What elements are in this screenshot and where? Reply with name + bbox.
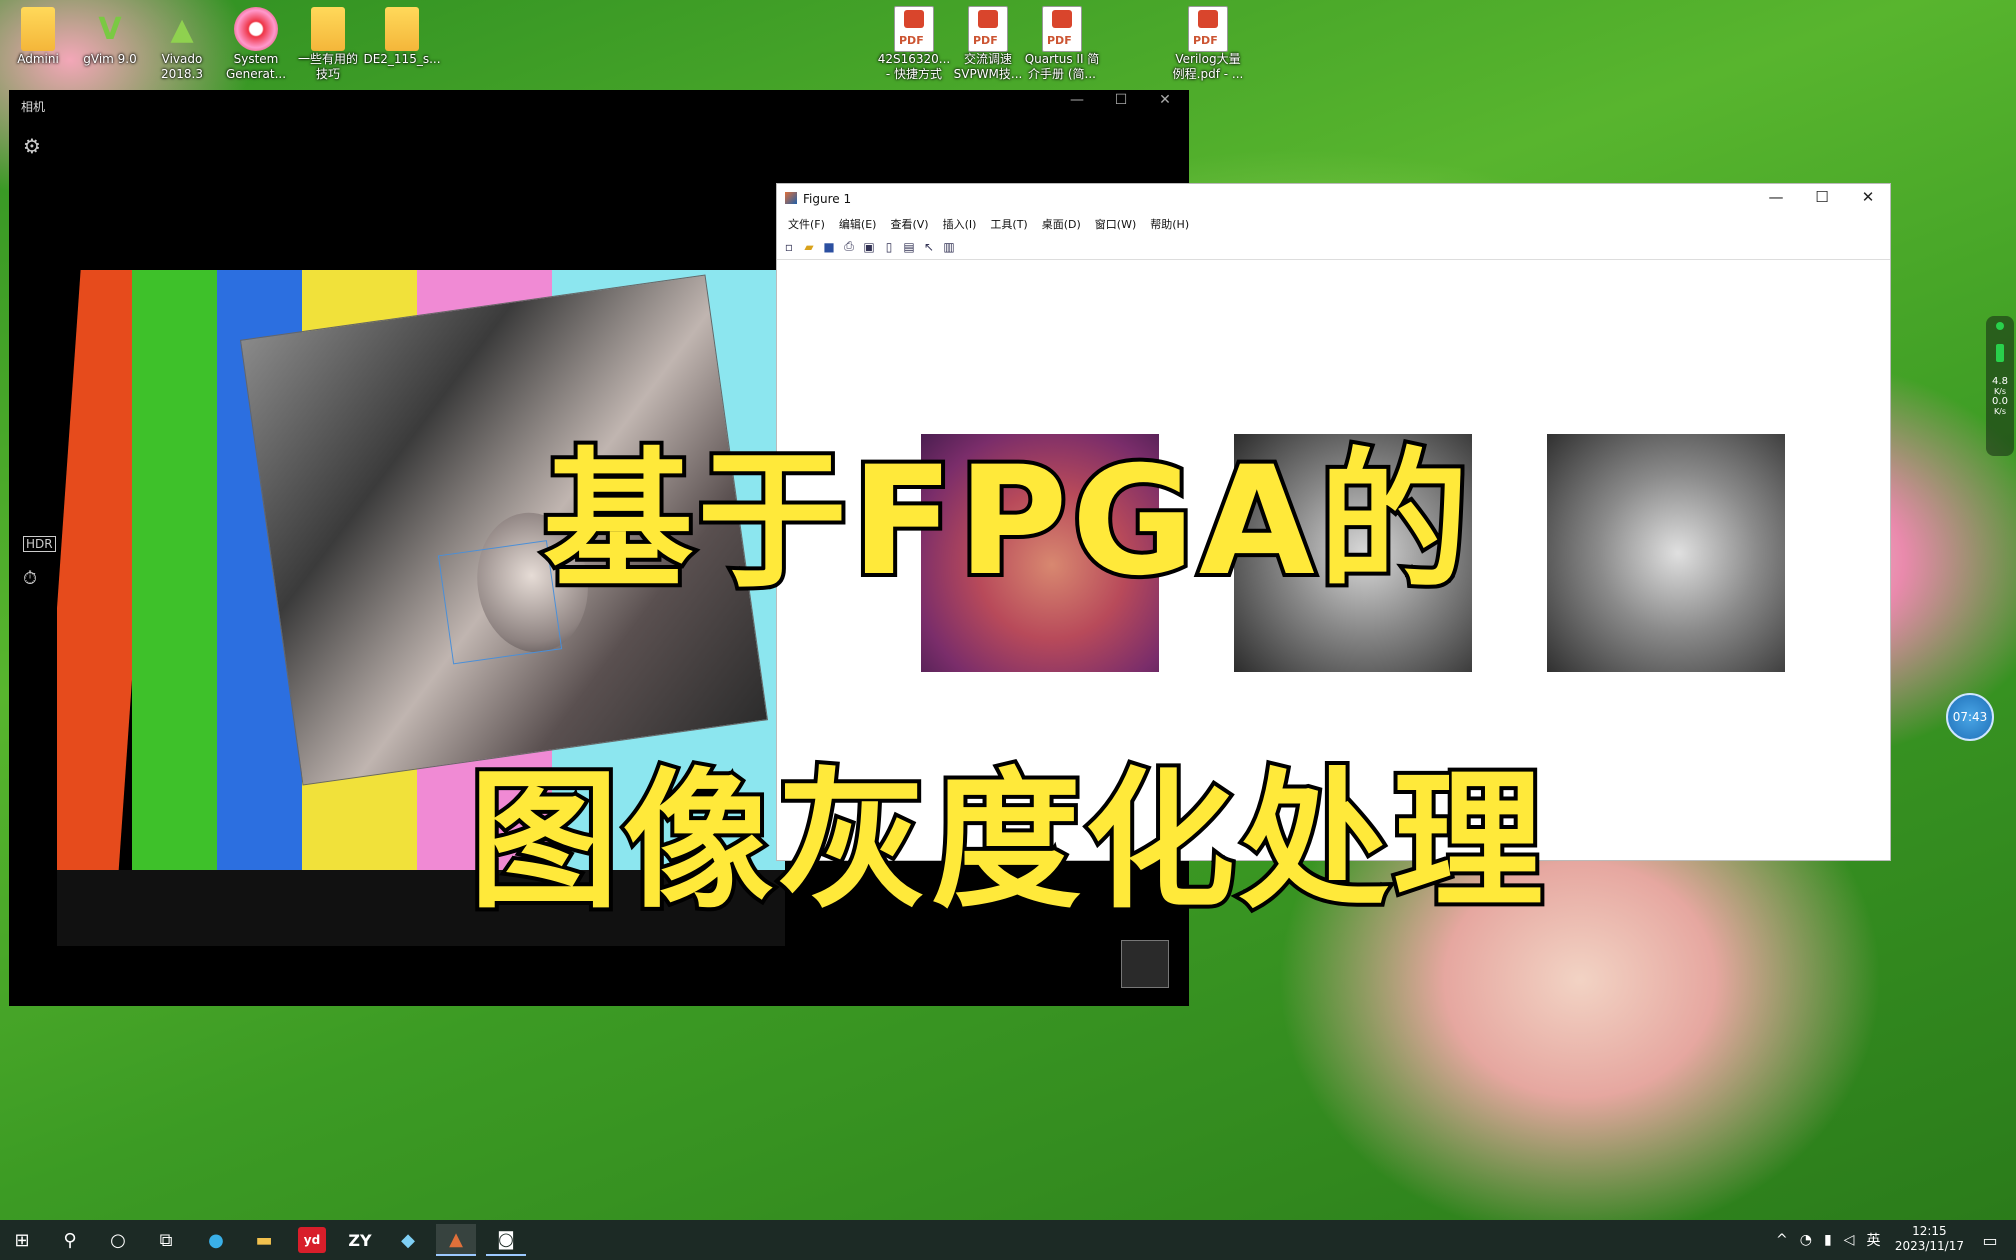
menu-file[interactable]: 文件(F) [781,214,832,234]
net-down-unit: K/s [1993,407,2007,416]
clock-date: 2023/11/17 [1894,1239,1964,1253]
figure-title: Figure 1 [803,192,852,206]
edge-icon[interactable]: ● [196,1224,236,1256]
desktop-icon-label: Verilog大量 例程.pdf - ... [1172,52,1244,81]
timer-badge[interactable]: 07:43 [1946,693,1994,741]
desktop-icons: Admini V gVim 9.0 ▲ Vivado 2018.3 System… [0,6,2016,90]
file-explorer-icon[interactable]: ▬ [244,1224,284,1256]
pdf-icon [1042,6,1082,52]
microphone-icon[interactable]: ▮ [1824,1232,1832,1248]
desktop-icon-label: 交流调速 SVPWM技... [953,52,1023,81]
desktop-icon-pdf-4[interactable]: Verilog大量 例程.pdf - ... [1170,6,1246,82]
desktop-icon-admin[interactable]: Admini [0,6,76,67]
search-icon[interactable]: ⚲ [50,1224,90,1256]
menu-tools[interactable]: 工具(T) [983,214,1034,234]
close-button[interactable]: ✕ [1145,92,1185,108]
ime-indicator[interactable]: 英 [1866,1230,1880,1250]
chevron-up-icon[interactable]: ^ [1776,1232,1788,1248]
taskbar: ⊞ ⚲ ○ ⧉ ● ▬ yd ZY ◆ ▲ ◙ ^ ◔ ▮ ◁ 英 12:15 … [0,1220,2016,1260]
document-icon [305,6,351,52]
camera-window-title: 相机 [21,100,46,114]
new-figure-icon[interactable]: ▫ [781,239,797,255]
desktop-icon-label: System Generat... [225,52,287,81]
settings-icon[interactable]: ⚙ [23,134,41,158]
desktop-icon-label: DE2_115_s... [363,52,441,66]
system-generator-icon [233,6,279,52]
network-icon[interactable]: ◔ [1800,1232,1812,1248]
desktop-icon-tips[interactable]: 一些有用的 技巧 [290,6,366,82]
desktop-icon-pdf-1[interactable]: 42S16320... - 快捷方式 [876,6,952,82]
notification-icon[interactable]: ▭ [1970,1224,2010,1256]
menu-desktop[interactable]: 桌面(D) [1035,214,1088,234]
menu-edit[interactable]: 编辑(E) [832,214,884,234]
matlab-icon [785,192,797,204]
network-monitor: 4.8 K/s 0.0 K/s [1986,316,2014,456]
net-down-value: 0.0 [1992,396,2008,407]
desktop-icon-label: Vivado 2018.3 [161,52,203,81]
battery-icon [1996,344,2004,362]
open-file-icon[interactable]: ▰ [801,239,817,255]
pointer-icon[interactable]: ↖ [921,239,937,255]
desktop-icon-label: Admini [17,52,59,66]
close-button[interactable]: ✕ [1845,188,1891,206]
figure-menubar: 文件(F) 编辑(E) 查看(V) 插入(I) 工具(T) 桌面(D) 窗口(W… [777,214,1890,234]
youdao-icon[interactable]: yd [292,1224,332,1256]
gvim-icon: V [98,11,122,47]
menu-help[interactable]: 帮助(H) [1143,214,1196,234]
desktop-icon-label: 一些有用的 技巧 [297,52,358,81]
desktop-icon-gvim[interactable]: V gVim 9.0 [72,6,148,67]
legend-icon[interactable]: ▤ [901,239,917,255]
caption-line-1: 基于FPGA的 [539,431,1473,613]
vivado-icon: ▲ [170,11,194,47]
figure-titlebar: Figure 1 — ☐ ✕ [777,184,1890,214]
camera-icon[interactable]: ◙ [486,1224,526,1256]
menu-view[interactable]: 查看(V) [883,214,935,234]
start-icon[interactable]: ⊞ [2,1224,42,1256]
pdf-icon [968,6,1008,52]
clock[interactable]: 12:15 2023/11/17 [1895,1224,1964,1254]
desktop-icon-system-generator[interactable]: System Generat... [218,6,294,82]
maximize-button[interactable]: ☐ [1101,92,1141,108]
figure-toolbar: ▫ ▰ ■ ⎙ ▣ ▯ ▤ ↖ ▥ [777,234,1890,260]
menu-window[interactable]: 窗口(W) [1088,214,1143,234]
net-up-unit: K/s [1993,387,2007,396]
pdf-icon [894,6,934,52]
shutter-button[interactable] [1121,940,1169,988]
menu-insert[interactable]: 插入(I) [936,214,984,234]
save-icon[interactable]: ■ [821,239,837,255]
net-up-value: 4.8 [1992,376,2008,387]
desktop-icon-label: 42S16320... - 快捷方式 [877,52,951,81]
desktop-icon-de2[interactable]: DE2_115_s... [363,6,441,67]
system-tray: ^ ◔ ▮ ◁ 英 [1776,1220,1880,1260]
task-view-icon[interactable]: ⧉ [146,1224,186,1256]
store-icon[interactable]: ◆ [388,1224,428,1256]
link-plot-icon[interactable]: ▣ [861,239,877,255]
cortana-icon[interactable]: ○ [98,1224,138,1256]
desktop-icon-label: gVim 9.0 [83,52,137,66]
desktop-icon-vivado[interactable]: ▲ Vivado 2018.3 [144,6,220,82]
caption-line-2: 图像灰度化处理 [465,751,1547,933]
property-editor-icon[interactable]: ▥ [941,239,957,255]
pdf-icon [1188,6,1228,52]
zy-icon[interactable]: ZY [340,1224,380,1256]
clock-time: 12:15 [1912,1224,1947,1238]
matlab-icon[interactable]: ▲ [436,1224,476,1256]
minimize-button[interactable]: — [1057,92,1097,108]
document-icon [379,6,425,52]
maximize-button[interactable]: ☐ [1799,188,1845,206]
minimize-button[interactable]: — [1753,188,1799,206]
volume-icon[interactable]: ◁ [1844,1232,1855,1248]
print-icon[interactable]: ⎙ [841,239,857,255]
desktop-icon-pdf-3[interactable]: Quartus II 简 介手册 (简... [1024,6,1100,82]
colorbar-icon[interactable]: ▯ [881,239,897,255]
desktop-icon-pdf-2[interactable]: 交流调速 SVPWM技... [950,6,1026,82]
desktop-icon-label: Quartus II 简 介手册 (简... [1024,52,1100,81]
user-folder-icon [15,6,61,52]
status-dot [1996,322,2004,330]
